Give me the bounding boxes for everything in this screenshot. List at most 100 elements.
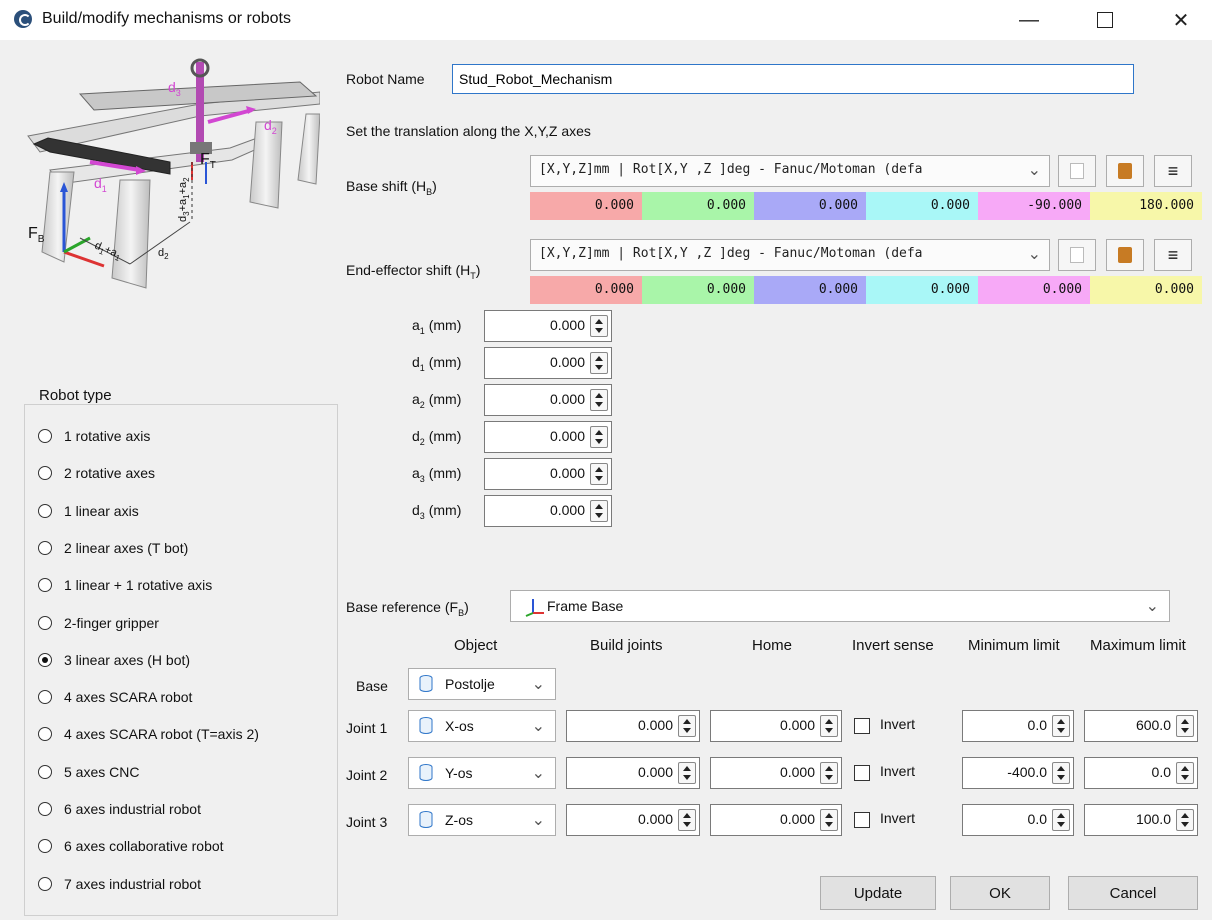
ok-button[interactable]: OK	[950, 876, 1050, 910]
invert-checkbox[interactable]	[854, 812, 870, 828]
spin-arrows-icon[interactable]	[590, 315, 608, 337]
maximum-limit-input[interactable]: 100.0	[1084, 804, 1198, 836]
radio-button[interactable]	[38, 429, 52, 443]
spin-arrows-icon[interactable]	[590, 426, 608, 448]
radio-button[interactable]	[38, 615, 52, 630]
base-shift-value-6[interactable]: 180.000	[1090, 192, 1202, 220]
robot-type-option[interactable]: 6 axes collaborative robot	[38, 838, 224, 854]
base-shift-edit-button[interactable]	[1058, 155, 1096, 187]
spin-arrows-icon[interactable]	[678, 809, 696, 831]
chevron-down-icon: ⌄	[531, 718, 545, 735]
radio-button[interactable]	[38, 540, 52, 555]
joint-object-select[interactable]: X-os ⌄	[408, 710, 556, 742]
spin-arrows-icon[interactable]	[1176, 715, 1194, 737]
radio-button[interactable]	[38, 727, 52, 742]
robot-type-option[interactable]: 1 linear axis	[38, 503, 139, 519]
param-d2-input[interactable]: 0.000	[484, 421, 612, 453]
spin-arrows-icon[interactable]	[1176, 762, 1194, 784]
robot-type-option[interactable]: 3 linear axes (H bot)	[38, 652, 190, 668]
spin-arrows-icon[interactable]	[820, 809, 838, 831]
invert-checkbox[interactable]	[854, 718, 870, 734]
maximum-limit-input[interactable]: 600.0	[1084, 710, 1198, 742]
maximum-limit-input[interactable]: 0.0	[1084, 757, 1198, 789]
radio-button[interactable]	[38, 652, 52, 667]
robot-type-option[interactable]: 4 axes SCARA robot (T=axis 2)	[38, 726, 259, 742]
spin-arrows-icon[interactable]	[678, 715, 696, 737]
radio-button[interactable]	[38, 764, 52, 779]
spin-arrows-icon[interactable]	[590, 389, 608, 411]
robot-type-option[interactable]: 5 axes CNC	[38, 764, 139, 780]
minimum-limit-input[interactable]: -400.0	[962, 757, 1074, 789]
end-effector-format-select[interactable]: [X,Y,Z]mm | Rot[X,Y ,Z ]deg - Fanuc/Moto…	[530, 239, 1050, 271]
end-effector-edit-button[interactable]	[1058, 239, 1096, 271]
home-input[interactable]: 0.000	[710, 710, 842, 742]
param-a1-input[interactable]: 0.000	[484, 310, 612, 342]
invert-checkbox[interactable]	[854, 765, 870, 781]
joint-object-select[interactable]: Z-os ⌄	[408, 804, 556, 836]
home-input[interactable]: 0.000	[710, 804, 842, 836]
radio-button[interactable]	[38, 690, 52, 705]
param-a2-input[interactable]: 0.000	[484, 384, 612, 416]
radio-button[interactable]	[38, 578, 52, 593]
base-shift-format-select[interactable]: [X,Y,Z]mm | Rot[X,Y ,Z ]deg - Fanuc/Moto…	[530, 155, 1050, 187]
base-shift-paste-button[interactable]	[1106, 155, 1144, 187]
maximize-icon[interactable]	[1082, 2, 1128, 38]
base-reference-select[interactable]: Frame Base ⌄	[510, 590, 1170, 622]
radio-button[interactable]	[38, 466, 52, 481]
end-effector-shift-value-5[interactable]: 0.000	[978, 276, 1090, 304]
spin-arrows-icon[interactable]	[678, 762, 696, 784]
base-shift-value-3[interactable]: 0.000	[754, 192, 866, 220]
radio-button[interactable]	[38, 839, 52, 854]
close-icon[interactable]: ✕	[1158, 2, 1204, 38]
end-effector-shift-value-1[interactable]: 0.000	[530, 276, 642, 304]
robot-type-option[interactable]: 1 linear + 1 rotative axis	[38, 577, 212, 593]
radio-button[interactable]	[38, 503, 52, 518]
param-d3-input[interactable]: 0.000	[484, 495, 612, 527]
robot-type-option[interactable]: 4 axes SCARA robot	[38, 689, 192, 705]
spin-arrows-icon[interactable]	[1052, 762, 1070, 784]
base-object-select[interactable]: Postolje ⌄	[408, 668, 556, 700]
end-effector-paste-button[interactable]	[1106, 239, 1144, 271]
spin-arrows-icon[interactable]	[820, 762, 838, 784]
end-effector-shift-value-6[interactable]: 0.000	[1090, 276, 1202, 304]
radio-button[interactable]	[38, 876, 52, 891]
build-joint-input[interactable]: 0.000	[566, 804, 700, 836]
build-joint-input[interactable]: 0.000	[566, 757, 700, 789]
minimum-limit-input[interactable]: 0.0	[962, 710, 1074, 742]
base-shift-value-1[interactable]: 0.000	[530, 192, 642, 220]
spin-arrows-icon[interactable]	[1052, 715, 1070, 737]
spin-arrows-icon[interactable]	[820, 715, 838, 737]
minimize-icon[interactable]: —	[1006, 2, 1052, 38]
spin-arrows-icon[interactable]	[1052, 809, 1070, 831]
robot-type-option[interactable]: 7 axes industrial robot	[38, 876, 201, 892]
param-a3-input[interactable]: 0.000	[484, 458, 612, 490]
robot-type-option[interactable]: 1 rotative axis	[38, 428, 150, 444]
end-effector-shift-value-3[interactable]: 0.000	[754, 276, 866, 304]
home-input[interactable]: 0.000	[710, 757, 842, 789]
minimum-limit-input[interactable]: 0.0	[962, 804, 1074, 836]
base-shift-value-5[interactable]: -90.000	[978, 192, 1090, 220]
base-shift-value-4[interactable]: 0.000	[866, 192, 978, 220]
param-d1-input[interactable]: 0.000	[484, 347, 612, 379]
robot-type-option[interactable]: 6 axes industrial robot	[38, 801, 201, 817]
spin-arrows-icon[interactable]	[590, 500, 608, 522]
radio-button[interactable]	[38, 802, 52, 816]
base-shift-menu-button[interactable]: ≡	[1154, 155, 1192, 187]
robot-type-option[interactable]: 2 rotative axes	[38, 465, 155, 481]
cancel-button[interactable]: Cancel	[1068, 876, 1198, 910]
base-shift-value-2[interactable]: 0.000	[642, 192, 754, 220]
spin-arrows-icon[interactable]	[590, 463, 608, 485]
base-shift-label: Base shift (HB)	[346, 178, 437, 197]
chevron-down-icon: ⌄	[1145, 598, 1159, 615]
joint-object-select[interactable]: Y-os ⌄	[408, 757, 556, 789]
spin-arrows-icon[interactable]	[1176, 809, 1194, 831]
end-effector-shift-value-4[interactable]: 0.000	[866, 276, 978, 304]
spin-arrows-icon[interactable]	[590, 352, 608, 374]
robot-name-input[interactable]	[452, 64, 1134, 94]
update-button[interactable]: Update	[820, 876, 936, 910]
robot-type-option[interactable]: 2 linear axes (T bot)	[38, 540, 188, 556]
end-effector-shift-value-2[interactable]: 0.000	[642, 276, 754, 304]
build-joint-input[interactable]: 0.000	[566, 710, 700, 742]
robot-type-option[interactable]: 2-finger gripper	[38, 615, 159, 631]
end-effector-menu-button[interactable]: ≡	[1154, 239, 1192, 271]
